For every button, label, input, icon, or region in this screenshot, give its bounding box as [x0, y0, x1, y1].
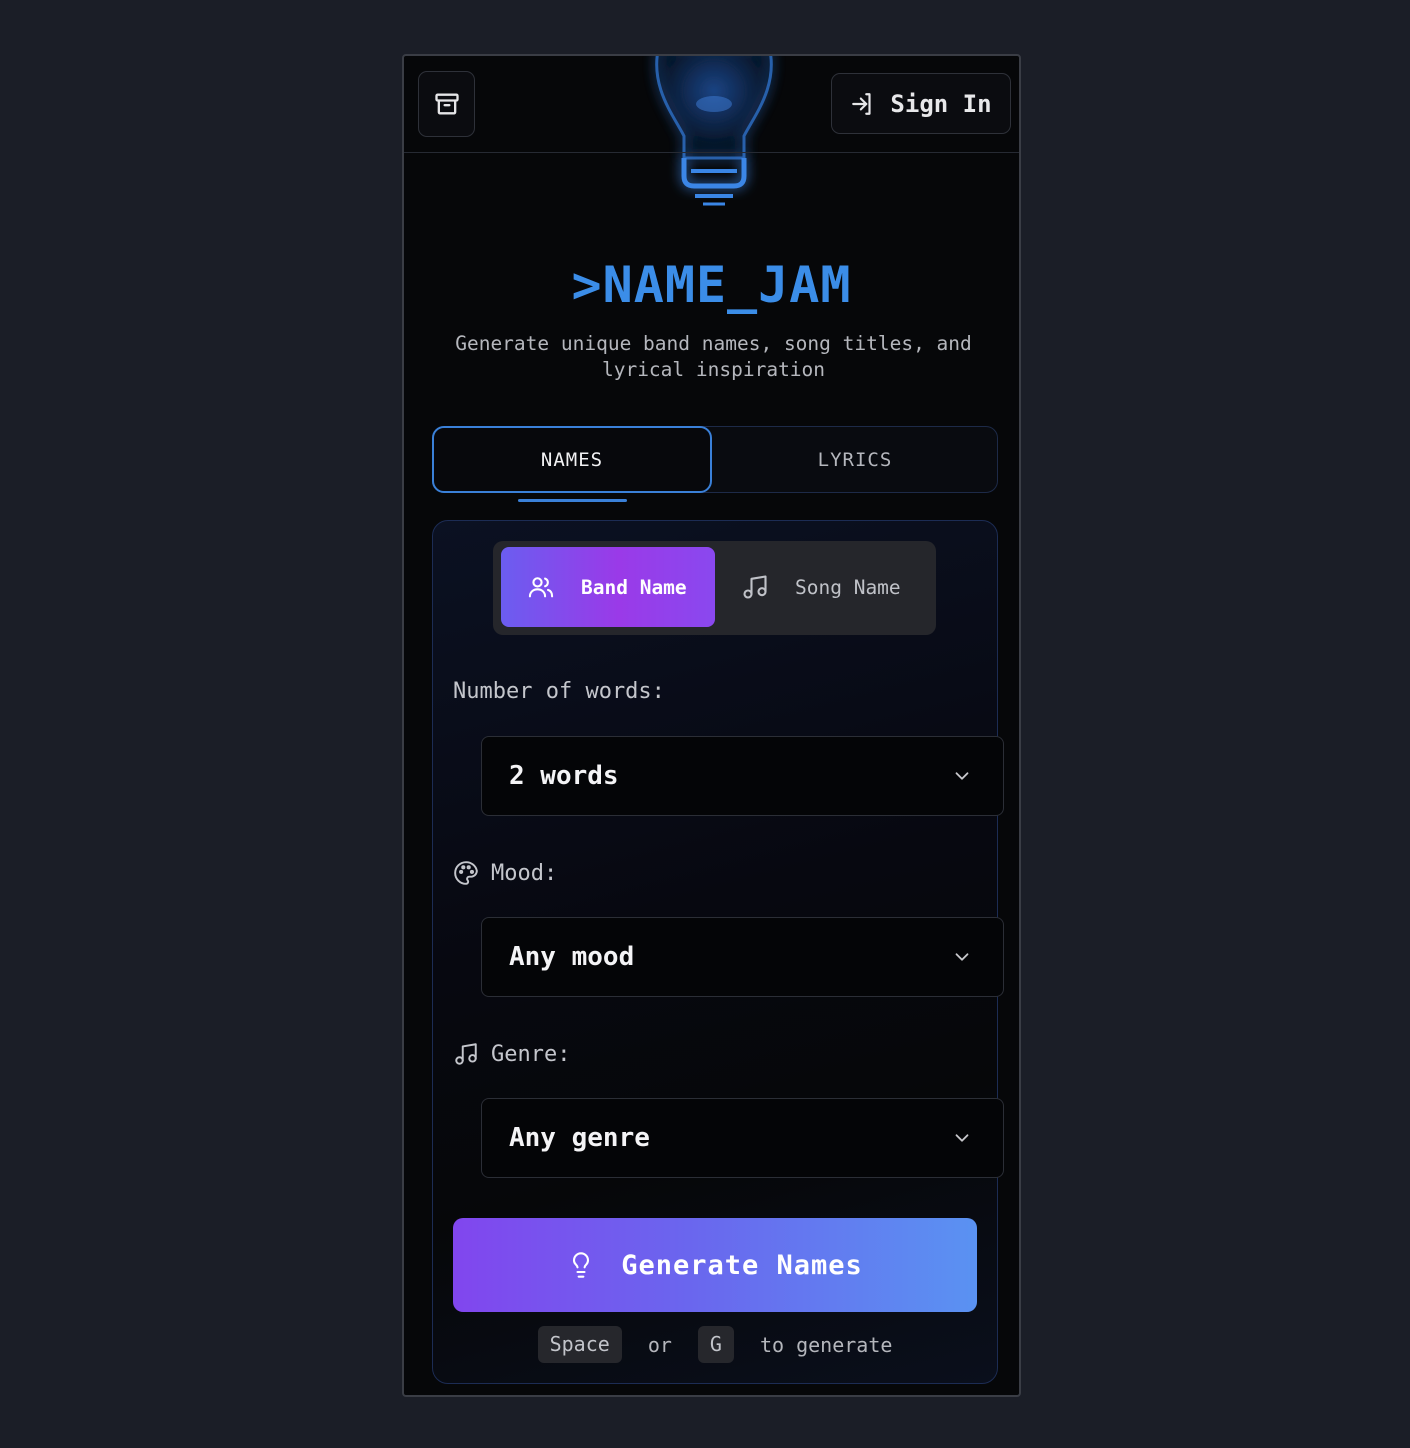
- keyboard-hint: Space or G to generate: [433, 1326, 997, 1363]
- band-name-option[interactable]: Band Name: [501, 547, 715, 627]
- generate-names-button[interactable]: Generate Names: [453, 1218, 977, 1312]
- words-label-text: Number of words:: [453, 679, 665, 704]
- palette-icon: [454, 861, 478, 885]
- sign-in-button[interactable]: Sign In: [831, 73, 1011, 134]
- genre-label-text: Genre:: [491, 1041, 571, 1067]
- genre-label: Genre:: [453, 1041, 570, 1067]
- words-select-value: 2 words: [509, 761, 619, 791]
- words-select[interactable]: 2 words: [481, 736, 1004, 816]
- active-tab-indicator: [518, 499, 627, 502]
- name-type-toggle: Band Name Song Name: [493, 541, 936, 635]
- music-note-icon: [455, 1043, 477, 1065]
- chevron-down-icon: [955, 772, 969, 780]
- tab-names[interactable]: NAMES: [432, 426, 712, 493]
- archive-icon: [434, 93, 459, 115]
- song-name-option[interactable]: Song Name: [741, 547, 931, 627]
- sign-in-icon: [852, 92, 872, 115]
- mood-label-text: Mood:: [491, 860, 558, 886]
- sign-in-label: Sign In: [890, 89, 992, 118]
- words-label: Number of words:: [453, 679, 665, 704]
- top-bar: Sign In: [404, 56, 1019, 153]
- app-title: >NAME_JAM: [571, 256, 852, 314]
- genre-select[interactable]: Any genre: [481, 1098, 1004, 1178]
- song-name-label: Song Name: [795, 575, 901, 599]
- generate-names-label: Generate Names: [621, 1249, 863, 1281]
- music-note-icon: [743, 575, 767, 599]
- genre-select-value: Any genre: [509, 1123, 650, 1153]
- mood-select[interactable]: Any mood: [481, 917, 1004, 997]
- band-name-label: Band Name: [581, 575, 687, 599]
- app-window: Sign In >NAME_JAM Generate unique band n…: [402, 54, 1021, 1397]
- lightbulb-icon: [573, 1252, 590, 1278]
- app-subtitle: Generate unique band names, song titles,…: [455, 332, 972, 381]
- hint-suffix-text: to generate: [759, 1332, 893, 1357]
- users-icon: [528, 577, 554, 598]
- mode-tabs: NAMES LYRICS: [432, 426, 998, 493]
- chevron-down-icon: [955, 1134, 969, 1142]
- chevron-down-icon: [955, 953, 969, 961]
- g-key-badge: G: [697, 1326, 734, 1363]
- tab-lyrics[interactable]: LYRICS: [712, 426, 998, 493]
- mood-label: Mood:: [453, 860, 557, 886]
- generator-card: Band Name Song Name Number of words: 2 w…: [432, 520, 1004, 1384]
- mood-select-value: Any mood: [509, 942, 635, 972]
- hint-or-text: or: [647, 1332, 672, 1357]
- archive-button[interactable]: [418, 71, 475, 137]
- space-key-badge: Space: [537, 1326, 622, 1363]
